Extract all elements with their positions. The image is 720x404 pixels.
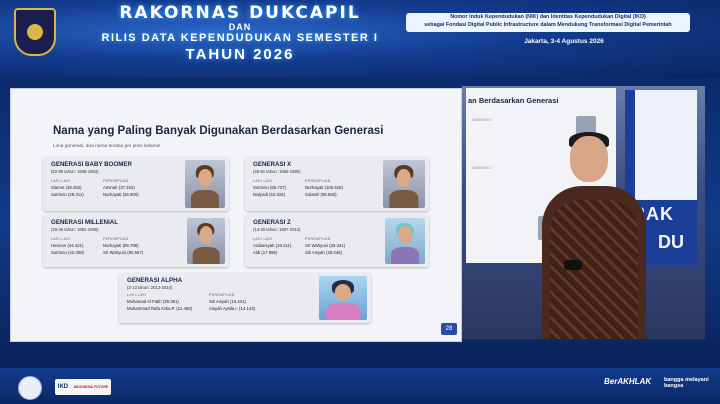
generation-range: (14-29 tahun: 1997-2012) <box>253 227 301 232</box>
male-name: Hermon (44.421) <box>51 243 84 248</box>
slide-subtitle: Lima generasi, dua nama teratas per jeni… <box>53 144 161 149</box>
generation-card: GENERASI BABY BOOMER (62-80 tahun: 1946-… <box>43 157 229 211</box>
event-subtitle: RILIS DATA KEPENDUDUKAN SEMESTER I <box>101 32 379 44</box>
male-column-header: LAKI-LAKI <box>253 179 273 183</box>
male-name: Sutrisno (42.300) <box>51 250 84 255</box>
alpha-portrait <box>319 276 367 320</box>
male-name: Ardiansyah (18.211) <box>253 243 292 248</box>
stage-screen-label: GENERASI Z <box>472 166 492 170</box>
male-column-header: LAKI-LAKI <box>51 179 71 183</box>
male-name: Sutrisno (28.311) <box>51 192 84 197</box>
generation-name: GENERASI Z <box>253 219 291 226</box>
slide-page-number: 28 <box>441 323 457 335</box>
millenial-portrait <box>187 218 225 264</box>
event-title-conjunction: DAN <box>228 22 252 32</box>
generation-name: GENERASI X <box>253 161 292 168</box>
microphone-icon <box>564 260 582 270</box>
generation-range: (2-13 tahun: 2013-2024) <box>127 285 173 290</box>
berakhlak-logo: BerAKHLAK <box>604 377 652 386</box>
male-name: Muhamad Al Fatih (29.351) <box>127 299 179 304</box>
generation-card: GENERASI X (46-61 tahun: 1965-1980) LAKI… <box>245 157 429 211</box>
slide-title: Nama yang Paling Banyak Digunakan Berdas… <box>53 125 384 137</box>
generation-card: GENERASI Z (14-29 tahun: 1997-2012) LAKI… <box>245 215 429 267</box>
female-name: Aminah (37.153) <box>103 185 135 190</box>
female-name: Sulastri (85.550) <box>305 192 337 197</box>
place-date: Jakarta, 3-4 Agustus 2026 <box>524 38 604 45</box>
generation-range: (46-61 tahun: 1965-1980) <box>253 169 301 174</box>
genz-portrait <box>385 218 425 264</box>
female-name: Nurhayati (36.900) <box>103 192 139 197</box>
ikd-label: IKD <box>57 384 69 390</box>
ministry-emblem-icon <box>14 8 56 56</box>
bangga-melayani-logo: bangga melayani bangsa <box>664 377 709 389</box>
generation-name: GENERASI MILLENIAL <box>51 219 119 226</box>
event-footer: IKD INDONESIA FUTURE BerAKHLAK bangga me… <box>0 368 720 404</box>
event-year: TAHUN 2026 <box>185 46 295 63</box>
stage-screen-label: GENERASI X <box>472 118 492 122</box>
male-name: Aldi (17.996) <box>253 250 278 255</box>
female-name: Aisyah Aysila I. (14.143) <box>209 306 256 311</box>
male-column-header: LAKI-LAKI <box>127 293 147 297</box>
generation-card: GENERASI MILLENIAL (30-45 tahun: 1981-19… <box>43 215 229 267</box>
female-name: Siti Aisyah (15.441) <box>209 299 247 304</box>
event-topic-line2: sebagai Fondasi Digital Public Infrastru… <box>424 21 672 28</box>
male-column-header: LAKI-LAKI <box>253 237 273 241</box>
male-name: Mulyadi (52.325) <box>253 192 286 197</box>
event-topic: Nomor Induk Kependudukan (NIK) dan Ident… <box>406 13 690 32</box>
dukcapil-logo-icon <box>18 376 42 400</box>
female-column-header: PEREMPUAN <box>305 179 331 183</box>
generation-range: (62-80 tahun: 1946-1964) <box>51 169 99 174</box>
boomer-portrait <box>185 160 225 208</box>
female-name: Nurhayati (89.799) <box>103 243 139 248</box>
speaker-camera-view: an Berdasarkan Generasi GENERASI X GENER… <box>462 86 705 339</box>
female-name: Sri Wahyuni (80.567) <box>103 250 144 255</box>
stage-screen-title: an Berdasarkan Generasi <box>468 96 559 105</box>
ikd-tagline: INDONESIA FUTURE <box>73 385 109 389</box>
male-name: Muhammad Rafa Azka P. (11.468) <box>127 306 193 311</box>
presentation-slide: Nama yang Paling Banyak Digunakan Berdas… <box>10 88 462 342</box>
female-column-header: PEREMPUAN <box>305 237 331 241</box>
female-name: Nurhayati (105.618) <box>305 185 343 190</box>
event-header: RAKORNAS DUKCAPIL DAN RILIS DATA KEPENDU… <box>0 0 720 78</box>
event-topic-line1: Nomor Induk Kependudukan (NIK) dan Ident… <box>450 14 646 20</box>
generation-name: GENERASI BABY BOOMER <box>51 161 133 168</box>
generation-name: GENERASI ALPHA <box>127 277 183 284</box>
generation-card: GENERASI ALPHA (2-13 tahun: 2013-2024) L… <box>119 273 371 323</box>
female-column-header: PEREMPUAN <box>103 237 129 241</box>
female-column-header: PEREMPUAN <box>103 179 129 183</box>
male-name: Slamet (38.262) <box>51 185 82 190</box>
ikd-logo: IKD INDONESIA FUTURE <box>55 379 111 395</box>
backdrop-text: DU <box>658 232 684 252</box>
speaker <box>540 130 650 339</box>
genx-portrait <box>383 160 425 208</box>
female-name: Sri Wahyuni (26.341) <box>305 243 346 248</box>
generation-range: (30-45 tahun: 1981-1996) <box>51 227 99 232</box>
female-name: Siti Aisyah (25.046) <box>305 250 343 255</box>
female-column-header: PEREMPUAN <box>209 293 235 297</box>
male-column-header: LAKI-LAKI <box>51 237 71 241</box>
male-name: Sutrisno (65.737) <box>253 185 286 190</box>
event-title: RAKORNAS DUKCAPIL <box>119 3 361 23</box>
